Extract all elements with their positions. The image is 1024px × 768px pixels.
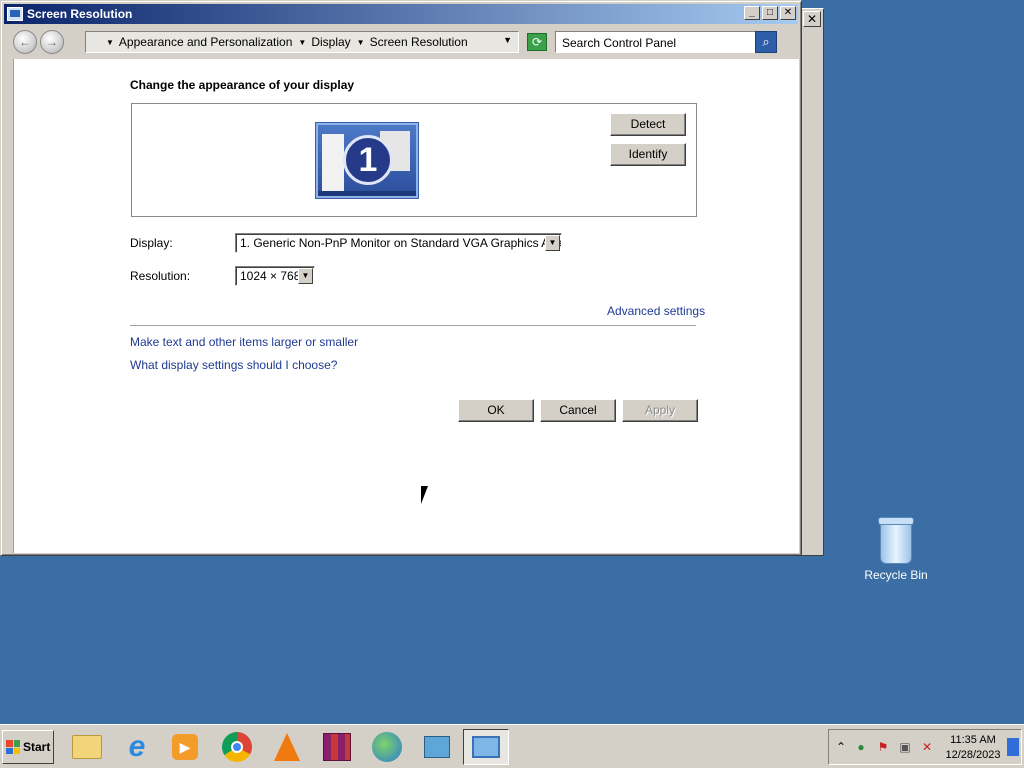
recycle-bin-label: Recycle Bin: [864, 568, 928, 582]
start-button[interactable]: Start: [2, 730, 54, 764]
identify-button[interactable]: Identify: [610, 143, 686, 166]
monitor-preview: 1 Detect Identify: [131, 103, 697, 217]
chevron-down-icon[interactable]: ▼: [545, 235, 560, 251]
title-bar[interactable]: Screen Resolution _ □ ✕: [4, 4, 798, 24]
ok-button[interactable]: OK: [458, 399, 534, 422]
display-help-link[interactable]: What display settings should I choose?: [130, 358, 337, 372]
show-hidden-icons-icon[interactable]: ⌃: [833, 740, 849, 756]
breadcrumb-item[interactable]: ▼ Screen Resolution: [357, 35, 468, 49]
screen-resolution-window: Screen Resolution _ □ ✕ ← → ▼ Appearance …: [0, 0, 802, 556]
monitor-number: 1: [343, 135, 393, 185]
address-bar: ← → ▼ Appearance and Personalization ▼ Dis…: [13, 28, 797, 56]
recycle-bin-desktop-icon[interactable]: Recycle Bin: [860, 517, 932, 582]
clock-date: 12/28/2023: [945, 749, 1001, 761]
system-tray: ⌃ ● ⚑ ▣ ✕ 11:35 AM 12/28/2023: [828, 729, 1022, 765]
page-title: Change the appearance of your display: [130, 78, 355, 92]
monitor-icon[interactable]: 1: [316, 123, 418, 198]
chevron-down-icon: ▼: [356, 37, 365, 47]
window-controls: _ □ ✕: [744, 6, 796, 20]
address-dropdown-icon[interactable]: ▼: [503, 35, 512, 45]
mouse-cursor-icon: [421, 486, 428, 504]
advanced-settings-link[interactable]: Advanced settings: [607, 304, 705, 318]
breadcrumb[interactable]: ▼ Appearance and Personalization ▼ Display…: [85, 31, 519, 53]
clock[interactable]: 11:35 AM 12/28/2023: [937, 733, 1009, 763]
display-icon: [7, 7, 23, 21]
resolution-select[interactable]: 1024 × 768 ▼: [235, 266, 315, 286]
file-explorer-icon[interactable]: [64, 729, 110, 765]
monitor-taskbar-shape: [318, 191, 416, 196]
detect-button[interactable]: Detect: [610, 113, 686, 136]
background-window-close-button[interactable]: ✕: [803, 11, 821, 27]
forward-button[interactable]: →: [40, 30, 64, 54]
apply-button[interactable]: Apply: [622, 399, 698, 422]
monitor-window-shape: [322, 134, 344, 192]
display-select[interactable]: 1. Generic Non-PnP Monitor on Standard V…: [235, 233, 562, 253]
network-icon[interactable]: ▣: [897, 740, 913, 756]
close-button[interactable]: ✕: [780, 6, 796, 20]
chevron-down-icon[interactable]: ▼: [298, 268, 313, 284]
chevron-down-icon: ▼: [298, 37, 307, 47]
breadcrumb-item[interactable]: ▼ Display: [298, 35, 350, 49]
window-title: Screen Resolution: [27, 7, 133, 21]
media-player-icon[interactable]: ▶: [162, 729, 208, 765]
display-select-value: 1. Generic Non-PnP Monitor on Standard V…: [240, 236, 562, 250]
search-input[interactable]: Search Control Panel ⌕: [555, 31, 777, 53]
internet-download-manager-icon[interactable]: [364, 729, 410, 765]
maximize-button[interactable]: □: [762, 6, 778, 20]
display-settings-taskbar-icon[interactable]: [463, 729, 509, 765]
resolution-label: Resolution:: [130, 269, 191, 283]
cancel-button[interactable]: Cancel: [540, 399, 616, 422]
taskbar: Start e ▶ ⌃ ● ⚑ ▣ ✕ 11:35 AM 12/28/2023: [0, 724, 1024, 768]
search-placeholder: Search Control Panel: [562, 36, 677, 50]
internet-explorer-icon[interactable]: e: [114, 729, 160, 765]
divider: [130, 325, 696, 326]
back-button[interactable]: ←: [13, 30, 37, 54]
content-pane: Change the appearance of your display 1 …: [13, 59, 799, 553]
start-label: Start: [23, 740, 51, 754]
search-icon[interactable]: ⌕: [755, 31, 777, 53]
minimize-button[interactable]: _: [744, 6, 760, 20]
recycle-bin-icon: [878, 517, 914, 564]
breadcrumb-item[interactable]: ▼ Appearance and Personalization: [106, 35, 292, 49]
text-size-link[interactable]: Make text and other items larger or smal…: [130, 335, 358, 349]
network-globe-icon[interactable]: ●: [853, 740, 869, 756]
resolution-select-value: 1024 × 768: [240, 269, 301, 283]
refresh-button[interactable]: ⟳: [527, 33, 547, 51]
action-center-flag-icon[interactable]: ⚑: [875, 740, 891, 756]
clock-time: 11:35 AM: [950, 734, 996, 746]
volume-muted-icon[interactable]: ✕: [919, 740, 935, 756]
vlc-icon[interactable]: [264, 729, 310, 765]
winrar-icon[interactable]: [314, 729, 360, 765]
chrome-icon[interactable]: [214, 729, 260, 765]
chevron-down-icon: ▼: [106, 37, 114, 47]
show-desktop-icon[interactable]: [1007, 738, 1019, 756]
setup-icon[interactable]: [414, 729, 460, 765]
windows-logo-icon: [6, 740, 20, 754]
display-label: Display:: [130, 236, 173, 250]
